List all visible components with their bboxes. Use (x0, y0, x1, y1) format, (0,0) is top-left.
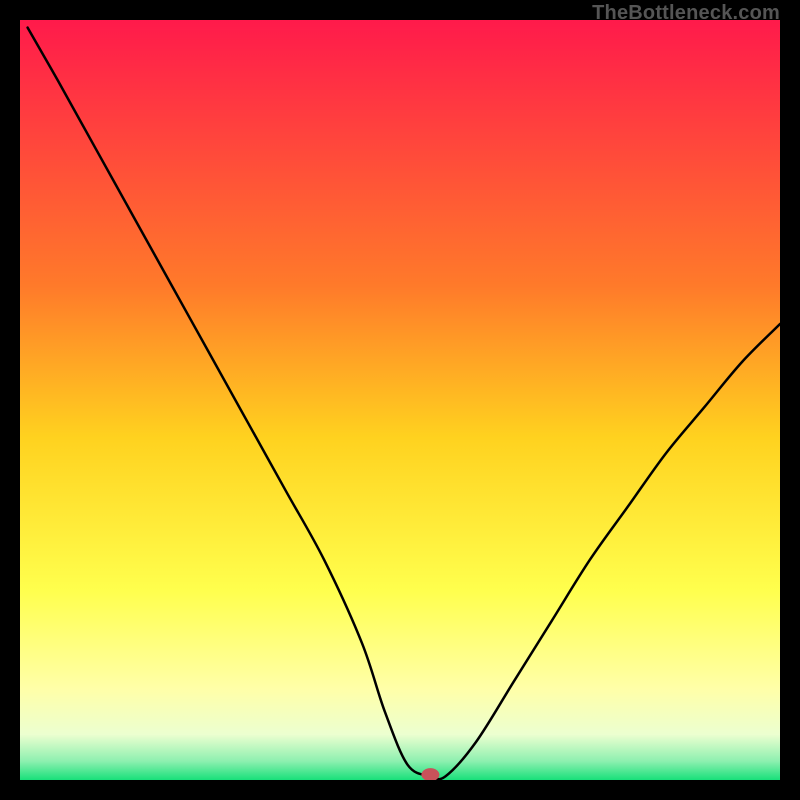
chart-svg (20, 20, 780, 780)
chart-container: TheBottleneck.com (0, 0, 800, 800)
gradient-background (20, 20, 780, 780)
plot-area (20, 20, 780, 780)
